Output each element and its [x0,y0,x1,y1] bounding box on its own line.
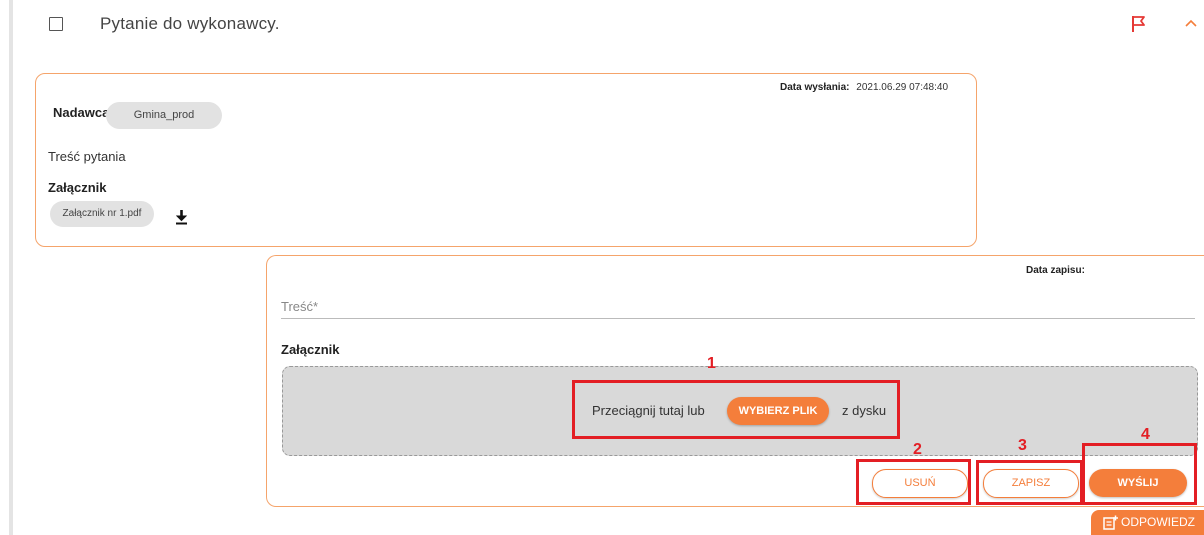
annotation-box-1 [572,380,900,439]
message-card: Data wysłania: 2021.06.29 07:48:40 Nadaw… [35,73,977,247]
attachment-chip[interactable]: Załącznik nr 1.pdf [50,201,154,227]
sender-label: Nadawca: [53,105,114,120]
sent-date-value: 2021.06.29 07:48:40 [856,82,949,93]
reply-button[interactable]: ODPOWIEDZ [1091,510,1204,535]
download-icon[interactable] [175,210,188,225]
annotation-number-1: 1 [707,355,716,372]
attachment-label: Załącznik [48,180,107,195]
annotation-number-4: 4 [1141,426,1150,443]
save-date-label: Data zapisu: [1026,265,1085,276]
reply-attachment-label: Załącznik [281,342,340,357]
reply-note-icon [1103,515,1118,530]
question-checkbox[interactable] [49,17,63,31]
annotation-number-2: 2 [913,441,922,458]
message-body: Treść pytania [48,149,126,164]
flag-icon[interactable] [1131,15,1147,33]
content-placeholder: Treść* [281,299,319,314]
question-title: Pytanie do wykonawcy. [100,14,280,33]
content-input[interactable] [281,318,1195,319]
annotation-number-3: 3 [1018,437,1027,454]
left-border [9,0,13,535]
sent-date-label: Data wysłania: [780,82,850,93]
chevron-up-icon[interactable] [1185,19,1197,27]
sent-date: Data wysłania: 2021.06.29 07:48:40 [780,82,948,93]
reply-button-label: ODPOWIEDZ [1121,515,1195,529]
sender-chip: Gmina_prod [106,102,222,129]
annotation-box-4 [1082,443,1197,505]
annotation-box-3 [976,460,1083,505]
annotation-box-2 [856,459,971,505]
